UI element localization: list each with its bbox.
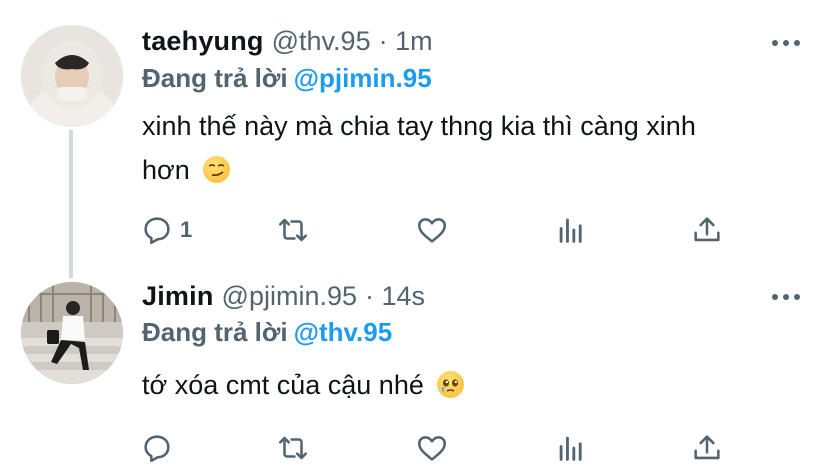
display-name[interactable]: taehyung (142, 26, 264, 57)
retweet-button[interactable] (276, 428, 310, 468)
smirk-emoji (203, 156, 231, 183)
analytics-icon (559, 436, 582, 461)
tweet-text-line: xinh thế này mà chia tay thng kia thì cà… (142, 111, 696, 141)
retweet-icon (278, 436, 308, 460)
user-handle[interactable]: @thv.95 (272, 26, 371, 57)
replying-label: Đang trả lời (142, 317, 288, 347)
analytics-button[interactable] (554, 428, 588, 468)
tweet-text-line-2: hơn (142, 148, 802, 192)
share-icon (694, 217, 720, 242)
replying-to-handle[interactable]: @pjimin.95 (294, 63, 432, 93)
like-icon (417, 218, 447, 243)
tweet-text-line: hơn (142, 155, 190, 185)
reply-button[interactable] (140, 428, 180, 468)
tweet-1[interactable]: taehyung @thv.95 · 1m Đang trả lời @pjimi… (0, 0, 828, 278)
timestamp[interactable]: · 1m (379, 26, 433, 57)
replying-label: Đang trả lời (142, 63, 288, 93)
reply-count: 1 (180, 217, 193, 242)
reply-icon (144, 435, 170, 463)
share-button[interactable] (690, 210, 724, 250)
replying-to-handle[interactable]: @thv.95 (294, 317, 393, 347)
share-icon (694, 435, 720, 460)
like-icon (417, 436, 447, 461)
user-handle[interactable]: @pjimin.95 (222, 281, 357, 312)
reply-button[interactable]: 1 (140, 210, 192, 250)
like-button[interactable] (415, 210, 449, 250)
tweet-actions: 1 (140, 210, 740, 250)
tweet-text-line: tớ xóa cmt của cậu nhé (142, 370, 424, 400)
retweet-icon (278, 218, 308, 242)
pleading-emoji (437, 371, 465, 398)
tweet-actions (140, 428, 740, 468)
display-name[interactable]: Jimin (142, 281, 214, 312)
more-options-icon[interactable] (772, 292, 800, 302)
tweet-text: xinh thế này mà chia tay thng kia thì cà… (142, 104, 802, 192)
thread-connector (69, 130, 73, 278)
avatar[interactable] (21, 25, 123, 127)
timestamp[interactable]: · 14s (365, 281, 425, 312)
analytics-icon (559, 218, 582, 243)
replying-to: Đang trả lời @thv.95 (142, 317, 392, 348)
retweet-button[interactable] (276, 210, 310, 250)
tweet-header: Jimin @pjimin.95 · 14s (142, 281, 425, 315)
share-button[interactable] (690, 428, 724, 468)
like-button[interactable] (415, 428, 449, 468)
replying-to: Đang trả lời @pjimin.95 (142, 63, 432, 94)
avatar-photo (21, 25, 123, 127)
more-options-icon[interactable] (772, 38, 800, 48)
tweet-text: tớ xóa cmt của cậu nhé (142, 363, 802, 407)
reply-icon (144, 217, 170, 245)
tweet-header: taehyung @thv.95 · 1m (142, 26, 433, 60)
analytics-button[interactable] (554, 210, 588, 250)
